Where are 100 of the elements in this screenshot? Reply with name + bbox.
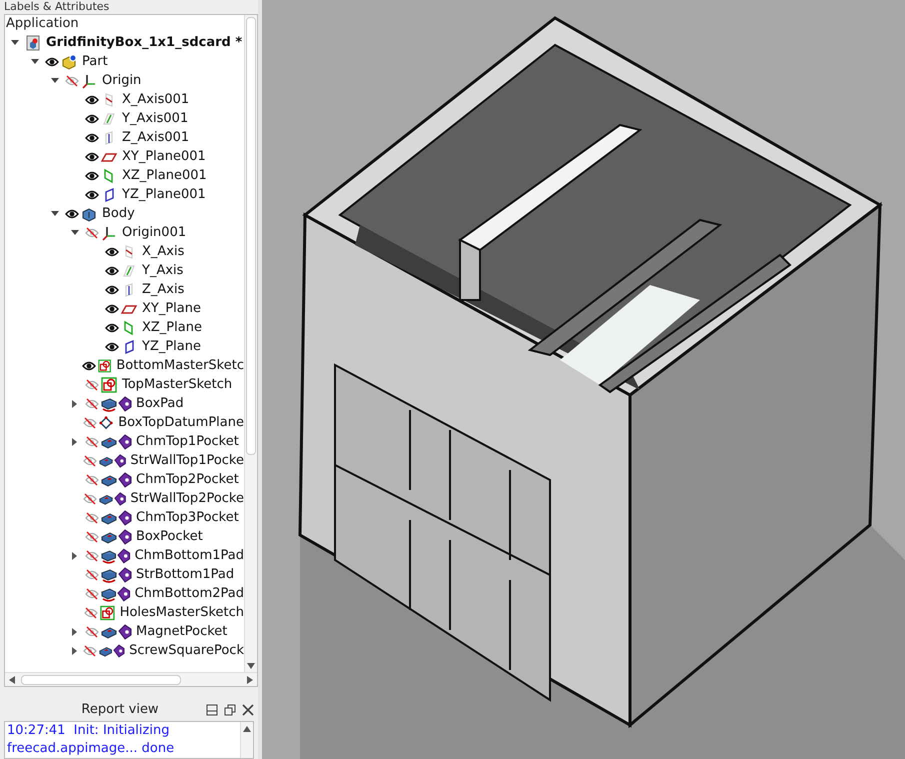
- eye-icon[interactable]: [105, 342, 119, 352]
- horizontal-scrollbar[interactable]: [5, 672, 257, 686]
- tree-item[interactable]: MagnetPocket: [5, 622, 244, 641]
- tree-item[interactable]: XZ_Plane: [5, 318, 244, 337]
- hidden-eye-icon[interactable]: [85, 398, 99, 410]
- tree-item[interactable]: StrBottom1Pad: [5, 565, 244, 584]
- scroll-right-icon[interactable]: [247, 676, 253, 684]
- hidden-eye-icon[interactable]: [65, 74, 79, 86]
- tree-item[interactable]: BoxPocket: [5, 527, 244, 546]
- tree-item[interactable]: StrWallTop1Pocke: [5, 451, 244, 470]
- eye-icon[interactable]: [105, 304, 119, 314]
- sketch-icon: [98, 358, 112, 374]
- tag-icon: [118, 510, 132, 526]
- expand-arrow-icon[interactable]: [31, 59, 39, 64]
- tree-item[interactable]: Origin: [5, 71, 244, 90]
- tree-item[interactable]: Part: [5, 52, 244, 71]
- tree-item[interactable]: Z_Axis: [5, 280, 244, 299]
- tree-item[interactable]: ChmBottom1Pad: [5, 546, 244, 565]
- pad-icon: [101, 396, 117, 412]
- tree-item[interactable]: ChmTop1Pocket: [5, 432, 244, 451]
- eye-icon[interactable]: [65, 208, 79, 218]
- hidden-eye-icon[interactable]: [85, 226, 99, 238]
- hidden-eye-icon[interactable]: [84, 550, 98, 562]
- tree-item[interactable]: TopMasterSketch: [5, 375, 244, 394]
- tree-item[interactable]: Y_Axis: [5, 261, 244, 280]
- eye-icon[interactable]: [45, 56, 59, 66]
- tree-item[interactable]: Y_Axis001: [5, 109, 244, 128]
- item-label: XZ_Plane: [142, 318, 202, 337]
- tree-item[interactable]: Origin001: [5, 223, 244, 242]
- tree-item[interactable]: HolesMasterSketch: [5, 603, 244, 622]
- tree-item[interactable]: X_Axis: [5, 242, 244, 261]
- hidden-eye-icon[interactable]: [85, 512, 99, 524]
- tree-item[interactable]: BoxTopDatumPlane: [5, 413, 244, 432]
- tree-item[interactable]: ChmBottom2Pad: [5, 584, 244, 603]
- collapse-arrow-icon[interactable]: [72, 552, 77, 560]
- axis-icon: [121, 262, 137, 278]
- collapse-arrow-icon[interactable]: [72, 646, 77, 654]
- hidden-eye-icon[interactable]: [82, 644, 97, 656]
- item-label: BoxPad: [136, 394, 184, 413]
- tree-item[interactable]: XY_Plane: [5, 299, 244, 318]
- scroll-down-icon[interactable]: [247, 663, 255, 669]
- hidden-eye-icon[interactable]: [85, 474, 99, 486]
- tree-item[interactable]: StrWallTop2Pocke: [5, 489, 244, 508]
- hidden-eye-icon[interactable]: [85, 436, 99, 448]
- item-label: XZ_Plane001: [122, 166, 207, 185]
- vertical-scrollbar[interactable]: [244, 15, 257, 672]
- hidden-eye-icon[interactable]: [84, 588, 98, 600]
- eye-icon[interactable]: [105, 246, 119, 256]
- tree-item[interactable]: BottomMasterSketc: [5, 356, 244, 375]
- hidden-eye-icon[interactable]: [85, 530, 99, 542]
- hidden-eye-icon[interactable]: [85, 568, 99, 580]
- collapse-arrow-icon[interactable]: [72, 438, 77, 446]
- item-label: Origin: [102, 72, 142, 90]
- tag-icon: [118, 566, 132, 582]
- float-icon[interactable]: [224, 704, 236, 716]
- expand-arrow-icon[interactable]: [71, 230, 79, 235]
- tree-item[interactable]: XY_Plane001: [5, 147, 244, 166]
- hidden-eye-icon[interactable]: [83, 416, 98, 428]
- hidden-eye-icon[interactable]: [85, 626, 99, 638]
- close-icon[interactable]: [242, 704, 254, 716]
- scroll-left-icon[interactable]: [9, 676, 15, 684]
- eye-icon[interactable]: [85, 114, 99, 124]
- tree-item[interactable]: YZ_Plane: [5, 337, 244, 356]
- tree-item[interactable]: GridfinityBox_1x1_sdcard *: [5, 33, 244, 52]
- tree-item[interactable]: ChmTop2Pocket: [5, 470, 244, 489]
- splitter-handle[interactable]: [258, 0, 262, 759]
- collapse-arrow-icon[interactable]: [72, 400, 77, 408]
- item-label: HolesMasterSketch: [120, 604, 244, 622]
- eye-icon[interactable]: [105, 322, 119, 332]
- tree-item[interactable]: XZ_Plane001: [5, 166, 244, 185]
- scroll-up-icon[interactable]: [243, 726, 251, 732]
- expand-arrow-icon[interactable]: [51, 211, 59, 216]
- tree-item[interactable]: YZ_Plane001: [5, 185, 244, 204]
- eye-icon[interactable]: [85, 152, 99, 162]
- item-label: StrWallTop2Pocke: [130, 490, 244, 508]
- eye-icon[interactable]: [85, 94, 99, 104]
- tree-item[interactable]: BoxPad: [5, 394, 244, 413]
- scrollbar-thumb[interactable]: [246, 17, 256, 455]
- hidden-eye-icon[interactable]: [83, 492, 98, 504]
- hidden-eye-icon[interactable]: [84, 606, 98, 618]
- eye-icon[interactable]: [105, 284, 119, 294]
- tree-item[interactable]: Body: [5, 204, 244, 223]
- dock-icon[interactable]: [206, 704, 218, 716]
- hidden-eye-icon[interactable]: [85, 378, 99, 390]
- collapse-arrow-icon[interactable]: [72, 628, 77, 636]
- tree-item[interactable]: ChmTop3Pocket: [5, 508, 244, 527]
- vertical-scrollbar[interactable]: [240, 722, 253, 758]
- scrollbar-thumb[interactable]: [21, 674, 181, 684]
- eye-icon[interactable]: [82, 360, 96, 370]
- eye-icon[interactable]: [85, 132, 99, 142]
- expand-arrow-icon[interactable]: [11, 40, 19, 45]
- tree-item[interactable]: ScrewSquarePock: [5, 641, 244, 660]
- tree-item[interactable]: Z_Axis001: [5, 128, 244, 147]
- hidden-eye-icon[interactable]: [83, 454, 98, 466]
- eye-icon[interactable]: [105, 266, 119, 276]
- tree-item[interactable]: X_Axis001: [5, 90, 244, 109]
- eye-icon[interactable]: [85, 170, 99, 180]
- expand-arrow-icon[interactable]: [51, 78, 59, 83]
- document-icon: [25, 34, 41, 50]
- eye-icon[interactable]: [85, 190, 99, 200]
